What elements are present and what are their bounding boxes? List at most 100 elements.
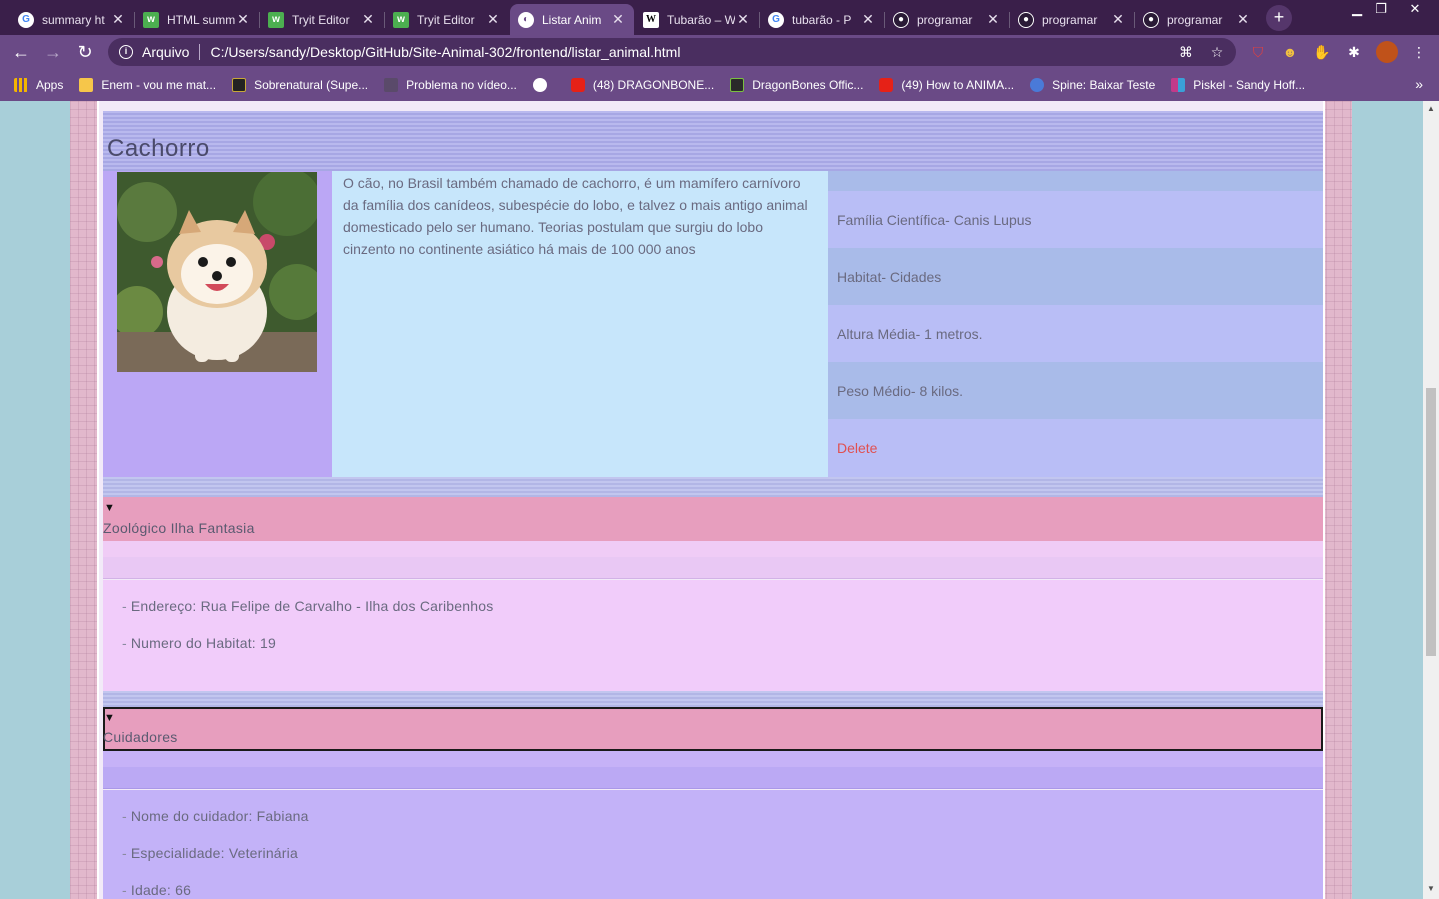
info-icon[interactable]: i [119,45,133,59]
cuidador-nome-text: Nome do cuidador: Fabiana [130,808,309,824]
sf-site-icon [232,78,247,92]
folder-icon [79,78,94,92]
animal-photo-column [103,171,332,477]
tab-programar-2[interactable]: ● programar ✕ [1010,4,1134,35]
close-icon[interactable]: ✕ [485,11,501,28]
scroll-up-icon[interactable]: ▲ [1423,104,1439,113]
puzzle-extensions-icon[interactable]: ✱ [1345,43,1363,61]
window-close-icon[interactable]: ✕ [1400,0,1430,20]
dash-marker: - [122,808,127,824]
tab-tubarao-wiki[interactable]: W Tubarão – W ✕ [635,4,759,35]
page-viewport: Cachorro O cão, no Brasil também chamado… [0,101,1423,899]
close-icon[interactable]: ✕ [860,11,876,28]
w3schools-icon: w [268,11,284,28]
close-icon[interactable]: ✕ [610,11,626,28]
reload-icon[interactable]: ↻ [72,39,98,65]
bookmark-how-to-animate[interactable]: (49) How to ANIMA... [879,78,1014,92]
zoo-habitat-number: - Numero do Habitat: 19 [122,635,276,651]
tab-programar-1[interactable]: ● programar ✕ [885,4,1009,35]
wikipedia-icon: W [643,11,659,28]
bookmark-globe[interactable] [532,78,555,92]
bookmark-piskel[interactable]: Piskel - Sandy Hoff... [1171,78,1305,92]
profile-avatar[interactable] [1376,41,1398,63]
zoo-habitat-number-text: Numero do Habitat: 19 [130,635,276,651]
close-icon[interactable]: ✕ [360,11,376,28]
animal-info-column: Família Científica- Canis Lupus Habitat-… [828,171,1323,477]
scrollbar-thumb[interactable] [1426,388,1436,656]
close-icon[interactable]: ✕ [235,11,251,28]
delete-link[interactable]: Delete [837,440,877,456]
vertical-scrollbar[interactable]: ▲ ▼ [1423,101,1439,899]
bookmark-label: Spine: Baixar Teste [1052,78,1156,92]
tab-title: HTML summ [167,12,235,27]
address-bar[interactable]: i Arquivo C:/Users/sandy/Desktop/GitHub/… [108,38,1236,66]
browser-toolbar: ← → ↻ i Arquivo C:/Users/sandy/Desktop/G… [0,35,1439,69]
bookmark-problema-video[interactable]: Problema no vídeo... [384,78,517,92]
forward-arrow-icon[interactable]: → [40,39,66,65]
bookmark-label: Piskel - Sandy Hoff... [1193,78,1306,92]
menu-dots-icon[interactable]: ⋮ [1410,43,1428,61]
tab-title: summary ht [42,12,105,27]
tab-strip: G summary ht ✕ w HTML summ ✕ w Tryit Edi… [0,0,1439,35]
zoo-summary-label: Zoológico Ilha Fantasia [103,520,255,536]
disclosure-triangle-icon: ▼ [104,502,115,514]
hand-extension-icon[interactable]: ✋ [1313,43,1331,61]
url-text[interactable]: C:/Users/sandy/Desktop/GitHub/Site-Anima… [210,44,680,60]
bookmark-spine[interactable]: Spine: Baixar Teste [1030,78,1155,92]
translate-icon[interactable]: ⌘ [1177,43,1195,61]
bookmarks-overflow-icon[interactable]: » [1415,76,1423,92]
animal-photo [117,172,317,372]
tab-title: programar [1042,12,1098,27]
tab-title: Tubarão – W [667,12,735,27]
cuidadores-band [103,767,1323,789]
close-icon[interactable]: ✕ [110,11,126,28]
close-icon[interactable]: ✕ [985,11,1001,28]
tab-html-summ[interactable]: w HTML summ ✕ [135,4,259,35]
bookmark-apps[interactable]: Apps [14,78,63,92]
page-frame: Cachorro O cão, no Brasil também chamado… [70,101,1352,899]
cuidador-especialidade: - Especialidade: Veterinária [122,845,298,861]
spine-icon [1030,78,1045,92]
tab-title: Tryit Editor [292,12,350,27]
cuidadores-summary-label: Cuidadores [103,729,178,745]
tab-title: Tryit Editor [417,12,475,27]
cuidador-idade-text: Idade: 66 [130,882,192,898]
star-icon[interactable]: ☆ [1208,43,1226,61]
youtube-icon [570,78,585,92]
zoo-summary[interactable]: ▼ Zoológico Ilha Fantasia [103,497,1323,541]
restore-icon[interactable]: ❐ [1366,0,1396,20]
bookmark-enem[interactable]: Enem - vou me mat... [79,78,216,92]
zoo-endereco-text: Endereço: Rua Felipe de Carvalho - Ilha … [130,598,494,614]
shield-extension-icon[interactable]: ⛉ [1249,43,1267,61]
animal-description: O cão, no Brasil também chamado de cacho… [343,175,808,257]
github-icon: ● [1143,11,1159,28]
close-icon[interactable]: ✕ [1235,11,1251,28]
animal-description-column: O cão, no Brasil também chamado de cacho… [332,171,828,477]
tab-listar-animal[interactable]: ◐ Listar Anim ✕ [510,4,634,35]
scroll-down-icon[interactable]: ▼ [1423,884,1439,893]
dash-marker: - [122,882,127,898]
cuidador-nome: - Nome do cuidador: Fabiana [122,808,309,824]
tab-tubarao-google[interactable]: G tubarão - P ✕ [760,4,884,35]
bookmark-dragonbones-official[interactable]: DragonBones Offic... [730,78,863,92]
tab-title: programar [917,12,973,27]
scheme-label: Arquivo [142,44,190,60]
zoo-endereco: - Endereço: Rua Felipe de Carvalho - Ilha… [122,598,493,614]
back-arrow-icon[interactable]: ← [8,39,34,65]
tab-title: tubarão - P [792,12,852,27]
owl-extension-icon[interactable]: ☻ [1281,43,1299,61]
info-peso: Peso Médio- 8 kilos. [828,362,1323,419]
tab-tryit-1[interactable]: w Tryit Editor ✕ [260,4,384,35]
bookmark-label: Sobrenatural (Supe... [254,78,369,92]
close-icon[interactable]: ✕ [735,11,751,28]
cuidadores-summary[interactable]: ▼ Cuidadores [103,707,1323,751]
tab-summary-ht[interactable]: G summary ht ✕ [10,4,134,35]
new-tab-button[interactable]: + [1266,5,1292,31]
animal-name: Cachorro [107,135,210,162]
bookmark-sobrenatural[interactable]: Sobrenatural (Supe... [232,78,368,92]
tab-tryit-2[interactable]: w Tryit Editor ✕ [385,4,509,35]
tab-programar-3[interactable]: ● programar ✕ [1135,4,1259,35]
bookmark-dragonbones-yt[interactable]: (48) DRAGONBONE... [570,78,714,92]
close-icon[interactable]: ✕ [1110,11,1126,28]
bookmark-label: Enem - vou me mat... [101,78,217,92]
